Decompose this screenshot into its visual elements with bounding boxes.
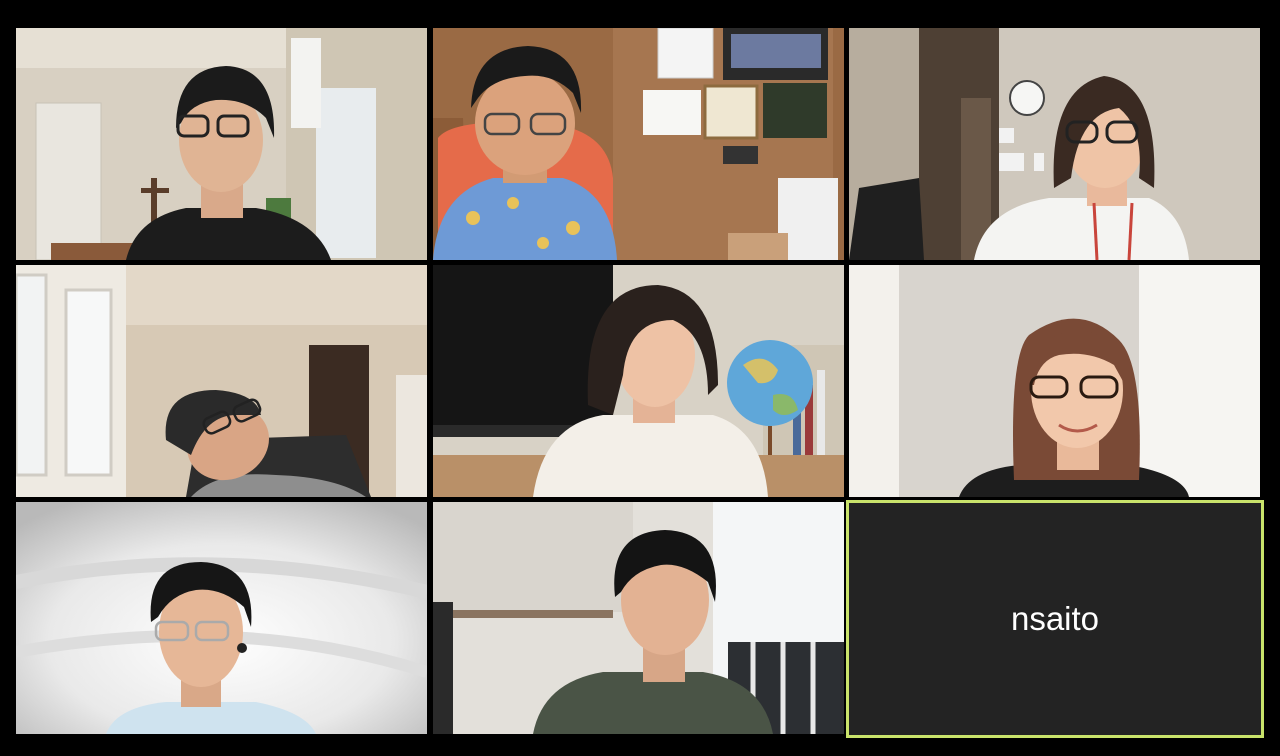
participant-video-feed [849, 265, 1260, 497]
participant-video-feed [849, 28, 1260, 260]
participant-video-tile[interactable] [433, 28, 844, 260]
participant-video-tile[interactable] [433, 502, 844, 734]
participant-name: nsaito [1010, 600, 1100, 637]
participant-video-feed [433, 28, 844, 260]
participant-video-tile[interactable] [849, 265, 1260, 497]
participant-video-feed [16, 28, 427, 260]
participant-video-tile[interactable] [16, 502, 427, 734]
participant-video-feed [433, 265, 844, 497]
participant-video-feed [16, 502, 427, 734]
participant-video-tile[interactable] [16, 28, 427, 260]
participant-tile-active-speaker[interactable]: nsaito [846, 500, 1264, 738]
participant-video-feed [16, 265, 427, 497]
participant-video-tile[interactable] [849, 28, 1260, 260]
participant-video-feed [433, 502, 844, 734]
participant-video-tile[interactable] [433, 265, 844, 497]
participant-video-tile[interactable] [16, 265, 427, 497]
video-gallery: nsaito [0, 0, 1280, 756]
